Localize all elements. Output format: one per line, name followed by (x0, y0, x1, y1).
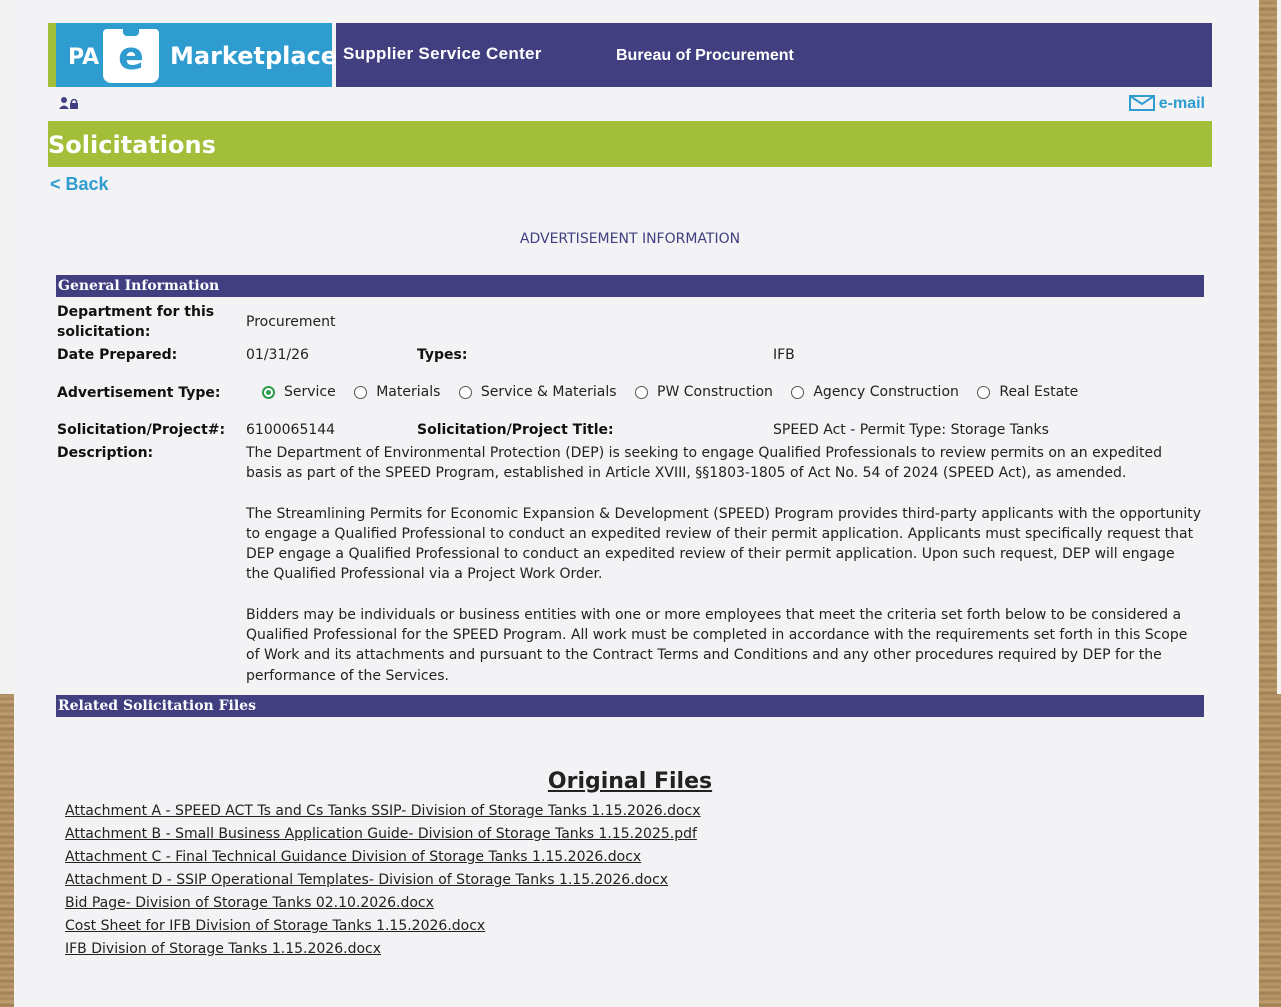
radio-label: Real Estate (999, 384, 1079, 400)
project-title-label: Solicitation/Project Title: (417, 422, 614, 438)
radio-materials[interactable]: Materials (354, 384, 440, 400)
radio-button-selected[interactable] (262, 385, 275, 399)
radio-button[interactable] (458, 385, 472, 399)
radio-service-materials[interactable]: Service & Materials (458, 384, 617, 400)
radio-label: Service (284, 384, 336, 400)
advertisement-type-label: Advertisement Type: (57, 385, 221, 401)
email-label: e-mail (1158, 95, 1205, 112)
radio-agency-construction[interactable]: Agency Construction (791, 384, 959, 400)
radio-service[interactable]: Service (262, 384, 336, 400)
file-link[interactable]: Attachment B - Small Business Applicatio… (65, 823, 701, 846)
radio-button[interactable] (635, 385, 649, 399)
file-link[interactable]: Cost Sheet for IFB Division of Storage T… (65, 915, 701, 938)
nav-bureau-of-procurement[interactable]: Bureau of Procurement (616, 47, 794, 65)
radio-pw-construction[interactable]: PW Construction (635, 384, 773, 400)
description-text: The Department of Environmental Protecti… (246, 443, 1202, 706)
types-value: IFB (773, 347, 795, 363)
file-link[interactable]: Attachment D - SSIP Operational Template… (65, 869, 701, 892)
radio-label: Service & Materials (480, 384, 617, 400)
file-link[interactable]: Bid Page- Division of Storage Tanks 02.1… (65, 892, 701, 915)
email-link[interactable]: e-mail (1128, 95, 1205, 113)
page-title: Solicitations (48, 131, 216, 159)
description-paragraph: Bidders may be individuals or business e… (246, 606, 1188, 684)
logo-pa: PA (68, 45, 100, 70)
types-label: Types: (417, 347, 468, 363)
radio-label: PW Construction (657, 384, 773, 400)
left-margin (0, 0, 14, 694)
radio-button[interactable] (977, 385, 991, 399)
pa-emarketplace-logo[interactable]: PA e Marketplace (48, 23, 337, 87)
top-navbar: Supplier Service Center Bureau of Procur… (336, 23, 1212, 87)
radio-button[interactable] (354, 385, 368, 399)
file-link[interactable]: Attachment C - Final Technical Guidance … (65, 846, 701, 869)
solicitation-number-label: Solicitation/Project#: (57, 422, 226, 438)
file-list: Attachment A - SPEED ACT Ts and Cs Tanks… (65, 800, 701, 961)
logo-marketplace: Marketplace (170, 42, 338, 70)
back-link[interactable]: < Back (50, 174, 109, 195)
section-heading: ADVERTISEMENT INFORMATION (519, 231, 741, 247)
user-lock-icon[interactable] (59, 96, 79, 114)
nav-supplier-service-center[interactable]: Supplier Service Center (343, 44, 542, 64)
project-title-value: SPEED Act - Permit Type: Storage Tanks (773, 422, 1049, 438)
file-link[interactable]: Attachment A - SPEED ACT Ts and Cs Tanks… (65, 800, 701, 823)
original-files-title: Original Files (547, 769, 713, 794)
envelope-icon (1128, 95, 1155, 111)
radio-real-estate[interactable]: Real Estate (977, 384, 1078, 400)
advertisement-type-radio-group: Service Materials Service & Materials PW… (262, 384, 1092, 403)
description-paragraph: The Department of Environmental Protecti… (246, 445, 1163, 482)
date-prepared-value: 01/31/26 (246, 347, 309, 363)
solicitation-number-value: 6100065144 (246, 422, 336, 438)
date-prepared-label: Date Prepared: (57, 347, 178, 363)
radio-label: Agency Construction (813, 384, 959, 400)
dept-value: Procurement (246, 314, 336, 330)
description-paragraph: The Streamlining Permits for Economic Ex… (246, 505, 1202, 583)
page-title-bar: Solicitations (48, 121, 1212, 167)
header: PA e Marketplace Supplier Service Center… (48, 23, 1212, 87)
radio-label: Materials (376, 384, 441, 400)
general-information-bar: General Information (56, 275, 1204, 297)
dept-label: Department for this solicitation: (57, 304, 215, 340)
logo-e-keystone-icon: e (103, 28, 159, 83)
description-label: Description: (57, 445, 154, 461)
right-margin (1277, 0, 1281, 694)
file-link[interactable]: IFB Division of Storage Tanks 1.15.2026.… (65, 938, 701, 961)
radio-button[interactable] (791, 385, 805, 399)
related-files-bar: Related Solicitation Files (56, 695, 1204, 717)
